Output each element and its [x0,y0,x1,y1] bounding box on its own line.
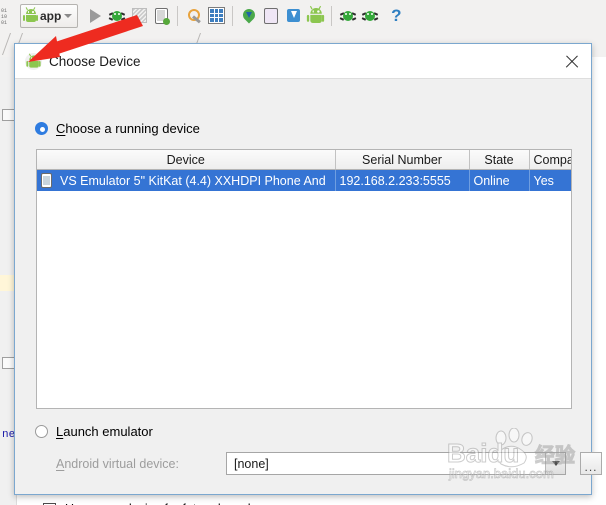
radio-launch-emulator-indicator[interactable] [35,425,48,438]
attach-debugger-icon[interactable] [150,4,172,28]
android-studio-icon [25,52,42,70]
avd-select-value: [none] [234,456,269,471]
cell-device-label: VS Emulator 5" KitKat (4.4) XXHDPI Phone… [57,172,326,189]
close-icon[interactable] [561,50,583,72]
binary-gutter-icon: 01 10 01 [1,7,8,26]
avd-icon[interactable] [359,4,381,28]
column-header-device[interactable]: Device [37,150,336,170]
radio-choose-running-device[interactable]: Choose a running device [35,121,200,136]
avd-label: Android virtual device: [56,457,179,471]
radio-launch-emulator-label: Launch emulator [56,424,153,439]
ddms-icon[interactable] [337,4,359,28]
debug-icon[interactable] [106,4,128,28]
ide-toolbar: 01 10 01 app ? [0,0,606,32]
chevron-down-icon[interactable] [545,453,565,474]
column-header-state[interactable]: State [469,150,530,170]
device-icon [41,173,52,188]
table-header-row: Device Serial Number State Compat... [37,150,571,170]
android-sdk-icon[interactable] [304,4,326,28]
module-selector[interactable]: app [20,3,79,28]
choose-device-dialog: Choose Device Choose a running device De… [14,43,602,505]
radio-running-device-indicator[interactable] [35,122,48,135]
device-table[interactable]: Device Serial Number State Compat... VS … [36,149,572,409]
table-row[interactable]: VS Emulator 5" KitKat (4.4) XXHDPI Phone… [37,169,571,191]
dialog-body: Choose a running device Device Serial Nu… [15,79,602,505]
cell-state[interactable]: Online [469,169,530,191]
radio-running-device-label: Choose a running device [56,121,200,136]
help-icon[interactable]: ? [385,4,407,28]
radio-launch-emulator[interactable]: Launch emulator [35,424,153,439]
avd-browse-button[interactable]: ... [580,452,602,475]
column-header-compatible[interactable]: Compat... [529,150,571,170]
dialog-title-bar: Choose Device [15,44,591,79]
avd-manager-icon[interactable] [205,4,227,28]
sync-gradle-icon[interactable] [282,4,304,28]
toolbar-separator [331,5,333,26]
chevron-down-icon [64,13,73,18]
location-icon[interactable] [238,4,260,28]
run-icon[interactable] [84,4,106,28]
coverage-icon[interactable] [128,4,150,28]
cell-serial-number[interactable]: 192.168.2.233:5555 [335,169,470,191]
avd-select[interactable]: [none] [226,452,566,475]
module-selector-label: app [40,8,62,23]
sdk-manager-icon[interactable] [183,4,205,28]
device-monitor-icon[interactable] [260,4,282,28]
toolbar-separator [232,5,234,26]
cell-compatible[interactable]: Yes [529,169,571,191]
dialog-title: Choose Device [49,53,141,69]
android-module-icon [23,7,38,22]
toolbar-separator [177,5,179,26]
cell-device[interactable]: VS Emulator 5" KitKat (4.4) XXHDPI Phone… [37,169,336,191]
column-header-serial-number[interactable]: Serial Number [335,150,470,170]
